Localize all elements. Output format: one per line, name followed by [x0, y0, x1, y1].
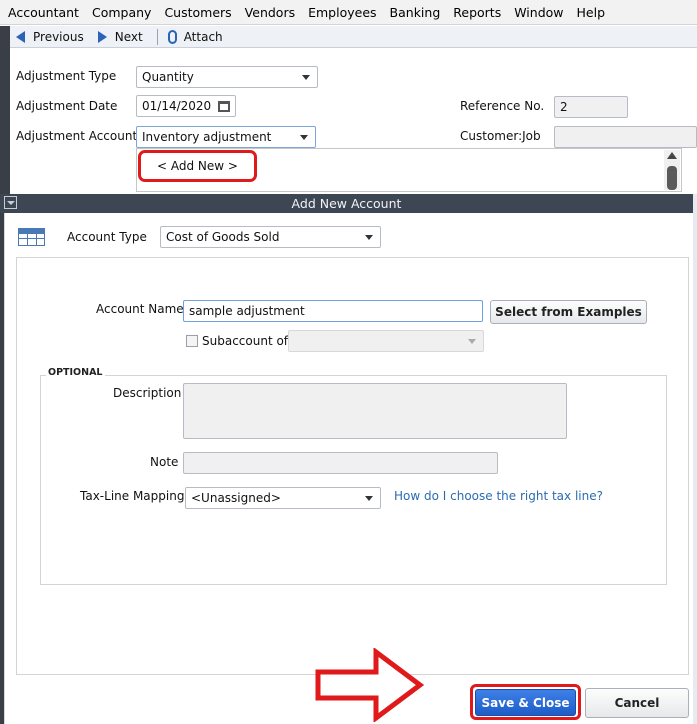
menu-banking[interactable]: Banking	[390, 5, 441, 20]
reference-no-label: Reference No.	[460, 99, 545, 113]
adjustment-date-value: 01/14/2020	[142, 99, 212, 113]
arrow-right-icon	[315, 648, 425, 722]
subaccount-select[interactable]	[288, 330, 484, 352]
add-new-label: < Add New >	[157, 159, 238, 173]
tax-line-help-link[interactable]: How do I choose the right tax line?	[394, 489, 603, 503]
attach-button[interactable]: Attach	[167, 29, 223, 44]
attach-label: Attach	[183, 29, 223, 44]
menu-vendors[interactable]: Vendors	[245, 5, 295, 20]
select-examples-label: Select from Examples	[495, 305, 642, 319]
previous-label: Previous	[33, 29, 84, 44]
chevron-down-icon	[365, 235, 373, 240]
account-name-value: sample adjustment	[189, 304, 305, 318]
subaccount-label: Subaccount of	[202, 334, 289, 348]
cancel-button[interactable]: Cancel	[585, 688, 689, 718]
customer-job-field[interactable]	[554, 126, 697, 148]
adjustment-account-select[interactable]: Inventory adjustment	[136, 126, 316, 148]
note-input[interactable]	[183, 452, 498, 474]
menu-bar: Accountant Company Customers Vendors Emp…	[0, 0, 697, 25]
adjustment-type-select[interactable]: Quantity	[136, 66, 318, 88]
reference-no-value: 2	[560, 100, 568, 114]
menu-help[interactable]: Help	[577, 5, 606, 20]
account-register-icon	[18, 228, 45, 246]
chevron-down-icon	[468, 339, 476, 344]
previous-button[interactable]: Previous	[16, 30, 84, 44]
description-label: Description	[113, 386, 182, 400]
customer-job-label: Customer:Job	[460, 129, 541, 143]
next-button[interactable]: Next	[97, 29, 143, 44]
adjustment-account-value: Inventory adjustment	[142, 130, 272, 144]
next-label: Next	[114, 29, 143, 44]
dialog-title: Add New Account	[291, 196, 402, 211]
menu-employees[interactable]: Employees	[308, 5, 376, 20]
tax-line-value: <Unassigned>	[191, 491, 281, 505]
optional-label: OPTIONAL	[46, 367, 105, 378]
scroll-thumb[interactable]	[667, 166, 677, 190]
chevron-down-icon	[302, 75, 310, 80]
adjustment-date-label: Adjustment Date	[16, 99, 118, 113]
menu-company[interactable]: Company	[92, 5, 151, 20]
cancel-label: Cancel	[614, 696, 660, 710]
arrow-left-icon	[16, 30, 25, 43]
chevron-down-icon	[365, 496, 373, 501]
adjustment-type-value: Quantity	[142, 70, 194, 84]
add-new-option[interactable]: < Add New >	[138, 150, 257, 182]
note-label: Note	[150, 455, 179, 469]
account-type-select[interactable]: Cost of Goods Sold	[160, 226, 381, 248]
account-type-value: Cost of Goods Sold	[166, 230, 280, 244]
toolbar-separator	[156, 28, 158, 45]
adjustment-type-label: Adjustment Type	[16, 69, 117, 83]
paperclip-icon	[167, 29, 177, 44]
arrow-right-icon	[97, 30, 107, 43]
description-textarea[interactable]	[183, 383, 567, 439]
save-close-label: Save & Close	[481, 695, 570, 710]
save-close-button[interactable]: Save & Close	[475, 689, 576, 716]
toolbar: Previous Next Attach	[10, 26, 697, 48]
menu-window[interactable]: Window	[514, 5, 563, 20]
subaccount-checkbox[interactable]	[186, 335, 198, 347]
select-from-examples-button[interactable]: Select from Examples	[490, 300, 647, 324]
menu-accountant[interactable]: Accountant	[8, 5, 79, 20]
reference-no-field[interactable]: 2	[554, 96, 628, 118]
menu-reports[interactable]: Reports	[453, 5, 501, 20]
dialog-menu-icon[interactable]	[4, 196, 17, 209]
account-type-label: Account Type	[67, 230, 147, 244]
adjustment-account-label: Adjustment Account	[16, 129, 138, 143]
dialog-title-bar: Add New Account	[0, 194, 693, 213]
dialog-right-edge	[693, 194, 697, 724]
scroll-up-icon[interactable]	[667, 152, 677, 159]
account-name-label: Account Name	[96, 302, 184, 316]
account-name-input[interactable]: sample adjustment	[183, 300, 483, 322]
tax-line-select[interactable]: <Unassigned>	[185, 487, 381, 509]
calendar-icon[interactable]	[218, 101, 230, 112]
chevron-down-icon	[300, 135, 308, 140]
adjustment-date-field[interactable]: 01/14/2020	[136, 95, 236, 117]
menu-customers[interactable]: Customers	[164, 5, 231, 20]
tax-line-mapping-label: Tax-Line Mapping	[80, 489, 185, 503]
